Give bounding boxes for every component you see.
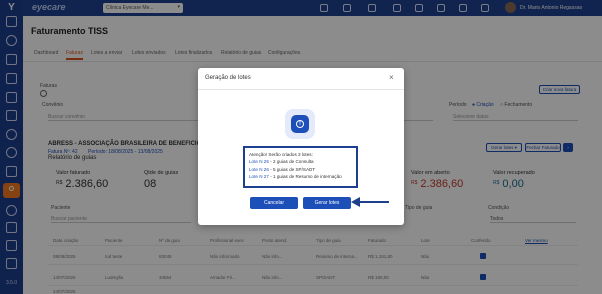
close-icon[interactable]: × — [389, 73, 394, 82]
summary-line: Lote N 27 - 1 guias de Resumo de interna… — [249, 173, 352, 180]
info-icon-halo: ! — [285, 109, 315, 139]
annotation-arrow — [351, 197, 389, 207]
summary-line: Lote N 25 - 2 guias de Consulta — [249, 158, 352, 165]
confirm-gerar-lotes-button[interactable]: Gerar lotes — [303, 197, 351, 209]
summary-line: Lote N 26 - 5 guias de SP/SADT — [249, 166, 352, 173]
lote-number: Lote N 27 — [249, 173, 269, 179]
lotes-summary: Atenção! Serão criados 3 lotes: Lote N 2… — [243, 146, 358, 188]
modal-title: Geração de lotes — [205, 75, 251, 81]
info-icon: ! — [296, 120, 304, 128]
info-icon-box: ! — [291, 115, 309, 133]
lote-description: - 2 guias de Consulta — [268, 159, 314, 165]
cancel-button[interactable]: Cancelar — [250, 197, 298, 209]
modal-divider — [198, 89, 404, 90]
lote-description: - 5 guias de SP/SADT — [268, 166, 316, 172]
lote-number: Lote N 26 — [249, 166, 269, 172]
lote-number: Lote N 25 — [249, 159, 269, 165]
summary-intro: Atenção! Serão criados 3 lotes: — [249, 152, 313, 157]
lote-description: - 1 guias de Resumo de internação — [268, 173, 342, 179]
